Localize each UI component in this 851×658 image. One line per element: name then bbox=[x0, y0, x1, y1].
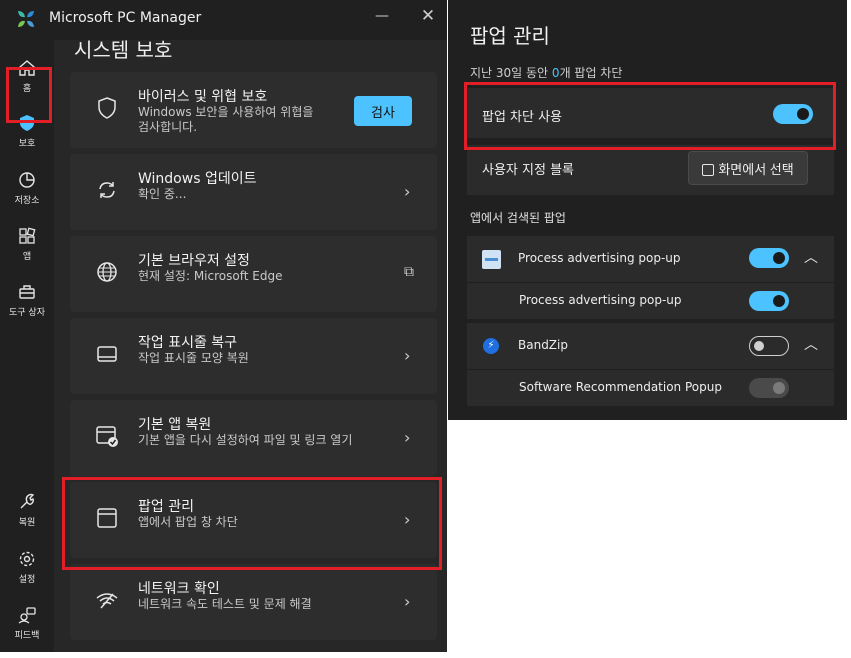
enable-toggle-highlight-box bbox=[464, 82, 836, 150]
card-taskbar-repair[interactable]: 작업 표시줄 복구 작업 표시줄 모양 복원 › bbox=[70, 318, 437, 394]
summary-suffix: 개 팝업 차단 bbox=[559, 66, 623, 80]
screen-select-icon bbox=[702, 163, 715, 176]
nav-highlight-box bbox=[6, 67, 52, 123]
app-row-bandzip: ⚡ BandZip ︿ bbox=[467, 323, 834, 369]
card-subtitle: 확인 중... bbox=[138, 187, 187, 201]
sync-icon bbox=[99, 182, 115, 198]
nav-label-protect: 보호 bbox=[18, 139, 36, 149]
app-row-process-advertising: Process advertising pop-up ︿ bbox=[467, 236, 834, 282]
card-windows-update[interactable]: Windows 업데이트 확인 중... › bbox=[70, 154, 437, 230]
card-subtitle: 네트워크 속도 테스트 및 문제 해결 bbox=[138, 597, 312, 611]
gear-icon bbox=[19, 551, 35, 567]
popup-toggle[interactable] bbox=[749, 291, 789, 311]
nav-label-restore: 복원 bbox=[18, 518, 36, 528]
chevron-right-icon: › bbox=[404, 592, 411, 611]
popup-row-process-advertising: Process advertising pop-up bbox=[467, 283, 834, 319]
wrench-icon bbox=[20, 493, 35, 509]
card-subtitle: 작업 표시줄 모양 복원 bbox=[138, 351, 249, 365]
popup-name: Software Recommendation Popup bbox=[519, 380, 722, 394]
card-subtitle-line2: 검사합니다. bbox=[138, 120, 198, 134]
card-title: 기본 브라우저 설정 bbox=[138, 253, 250, 269]
card-network-check[interactable]: 네트워크 확인 네트워크 속도 테스트 및 문제 해결 › bbox=[70, 564, 437, 640]
nav-item-toolbox[interactable]: 도구 상자 bbox=[2, 283, 52, 335]
app-toggle[interactable] bbox=[749, 336, 789, 356]
app-icon bbox=[482, 250, 501, 269]
shield-outline-icon bbox=[98, 97, 116, 119]
nav-label-apps: 앱 bbox=[22, 252, 32, 262]
summary-prefix: 지난 30일 동안 bbox=[470, 66, 552, 80]
toggle-knob bbox=[754, 341, 764, 351]
app-title: Microsoft PC Manager bbox=[49, 10, 202, 26]
toggle-knob bbox=[773, 252, 785, 264]
close-button[interactable]: ✕ bbox=[418, 6, 438, 28]
card-title: Windows 업데이트 bbox=[138, 171, 257, 187]
popup-name: Process advertising pop-up bbox=[519, 293, 682, 307]
nav-label-settings: 설정 bbox=[18, 575, 36, 585]
card-title: 바이러스 및 위협 보호 bbox=[138, 89, 268, 105]
chevron-up-icon[interactable]: ︿ bbox=[804, 334, 818, 354]
app-toggle[interactable] bbox=[749, 248, 789, 268]
card-default-browser[interactable]: 기본 브라우저 설정 현재 설정: Microsoft Edge ⧉ bbox=[70, 236, 437, 312]
select-from-screen-button[interactable]: 화면에서 선택 bbox=[688, 151, 808, 185]
toggle-knob bbox=[773, 295, 785, 307]
nav-label-toolbox: 도구 상자 bbox=[9, 308, 45, 318]
globe-icon bbox=[97, 262, 117, 282]
blocked-count: 0 bbox=[551, 66, 560, 80]
card-default-app-restore[interactable]: 기본 앱 복원 기본 앱을 다시 설정하여 파일 및 링크 열기 › bbox=[70, 400, 437, 476]
nav-item-storage[interactable]: 저장소 bbox=[2, 171, 52, 223]
nav-item-apps[interactable]: 앱 bbox=[2, 227, 52, 279]
custom-block-label: 사용자 지정 블록 bbox=[482, 163, 574, 178]
popup-row-software-recommendation: Software Recommendation Popup bbox=[467, 370, 834, 406]
popup-summary: 지난 30일 동안 0개 팝업 차단 bbox=[470, 64, 622, 81]
card-subtitle: 현재 설정: Microsoft Edge bbox=[138, 269, 283, 283]
network-icon bbox=[96, 593, 118, 609]
chevron-right-icon: › bbox=[404, 346, 411, 365]
card-subtitle: 기본 앱을 다시 설정하여 파일 및 링크 열기 bbox=[138, 433, 353, 447]
feedback-icon bbox=[18, 607, 36, 624]
app-icon-bar bbox=[485, 258, 498, 261]
pc-manager-window: Microsoft PC Manager — ✕ 홈 보호 저장소 앱 도구 상… bbox=[0, 0, 447, 652]
nav-item-feedback[interactable]: 피드백 bbox=[2, 606, 52, 652]
chevron-right-icon: › bbox=[404, 428, 411, 447]
card-title: 네트워크 확인 bbox=[138, 581, 220, 597]
card-title: 기본 앱 복원 bbox=[138, 417, 212, 433]
card-title: 작업 표시줄 복구 bbox=[138, 335, 238, 351]
popup-toggle-disabled bbox=[749, 378, 789, 398]
taskbar-icon bbox=[97, 346, 117, 362]
chevron-right-icon: › bbox=[404, 182, 411, 201]
default-app-icon bbox=[96, 426, 118, 447]
toggle-knob bbox=[773, 382, 785, 394]
nav-label-storage: 저장소 bbox=[14, 196, 40, 206]
popup-management-panel: 팝업 관리 지난 30일 동안 0개 팝업 차단 팝업 차단 사용 사용자 지정… bbox=[448, 0, 847, 420]
pc-manager-logo bbox=[18, 11, 34, 27]
scan-button[interactable]: 검사 bbox=[354, 96, 412, 126]
card-subtitle-line1: Windows 보안을 사용하여 위협을 bbox=[138, 105, 314, 119]
external-link-icon: ⧉ bbox=[404, 264, 414, 280]
minimize-button[interactable]: — bbox=[374, 8, 390, 28]
app-name: BandZip bbox=[518, 338, 568, 352]
nav-item-restore[interactable]: 복원 bbox=[2, 493, 52, 545]
select-button-label: 화면에서 선택 bbox=[718, 161, 794, 177]
nav-item-settings[interactable]: 설정 bbox=[2, 550, 52, 602]
nav-label-feedback: 피드백 bbox=[14, 631, 40, 641]
apps-icon bbox=[19, 227, 36, 244]
title-bar: Microsoft PC Manager — ✕ bbox=[0, 0, 447, 40]
detected-popups-label: 앱에서 검색된 팝업 bbox=[470, 211, 566, 225]
panel-title: 팝업 관리 bbox=[470, 24, 550, 48]
app-name: Process advertising pop-up bbox=[518, 251, 681, 265]
toolbox-icon bbox=[19, 285, 35, 299]
section-title: 시스템 보호 bbox=[74, 38, 173, 62]
bandzip-icon: ⚡ bbox=[483, 338, 499, 354]
popup-card-highlight-box bbox=[62, 477, 442, 570]
pie-chart-icon bbox=[19, 172, 35, 188]
chevron-up-icon[interactable]: ︿ bbox=[804, 247, 818, 267]
nav-sidebar: 홈 보호 저장소 앱 도구 상자 복원 설정 피드백 bbox=[0, 40, 52, 652]
